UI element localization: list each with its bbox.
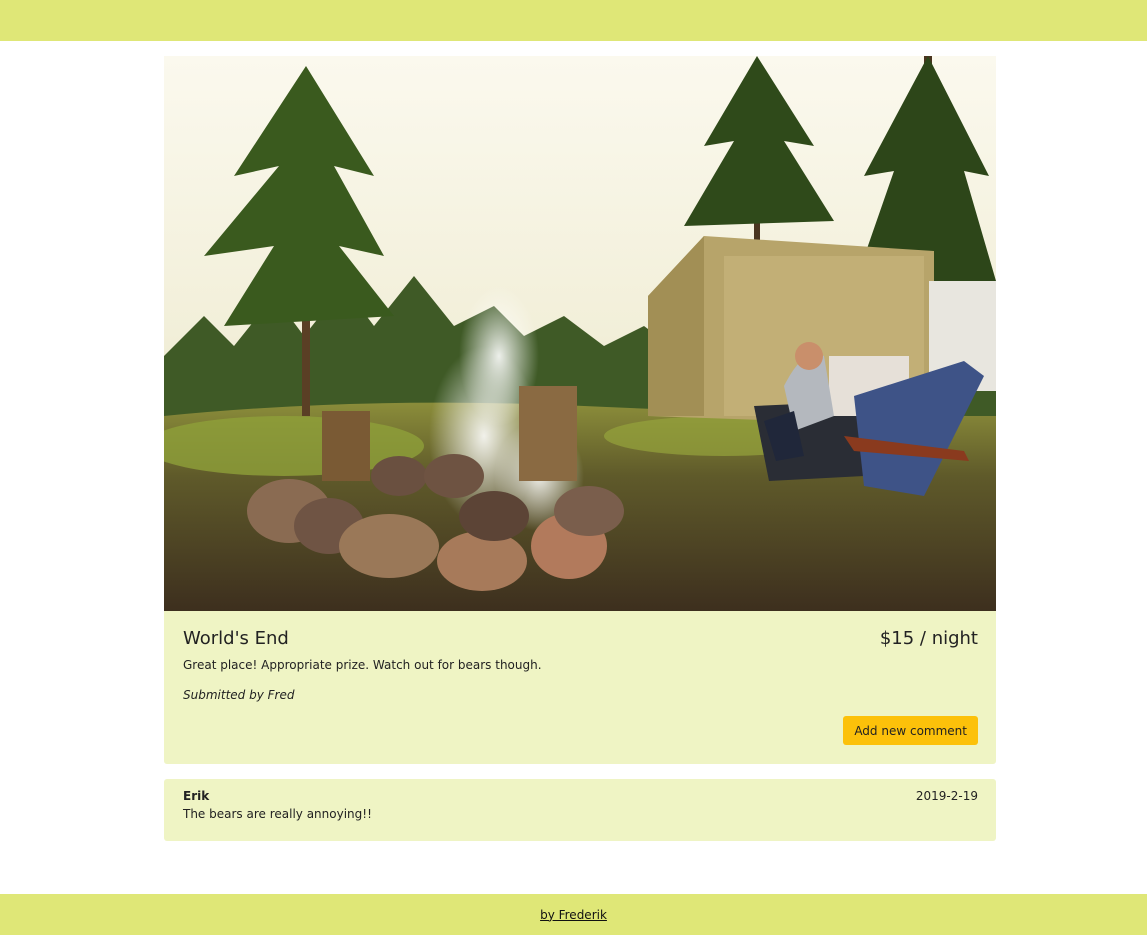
comment-date: 2019-2-19	[915, 789, 978, 803]
campground-price: $15 / night	[879, 628, 978, 649]
campground-description: Great place! Appropriate prize. Watch ou…	[183, 658, 542, 672]
campground-name: World's End	[183, 628, 289, 649]
add-comment-button[interactable]: Add new comment	[843, 716, 978, 745]
comment-text: The bears are really annoying!!	[183, 807, 372, 821]
campground-details-card: World's End $15 / night Great place! App…	[164, 611, 996, 764]
comment-author: Erik	[183, 789, 210, 803]
footer-author-link[interactable]: by Frederik	[540, 908, 607, 922]
footer: by Frederik	[0, 894, 1147, 935]
top-navbar	[0, 0, 1147, 41]
submitted-by: Submitted by Fred	[183, 688, 295, 702]
campground-photo	[164, 56, 996, 611]
comment-card: Erik 2019-2-19 The bears are really anno…	[164, 779, 996, 841]
